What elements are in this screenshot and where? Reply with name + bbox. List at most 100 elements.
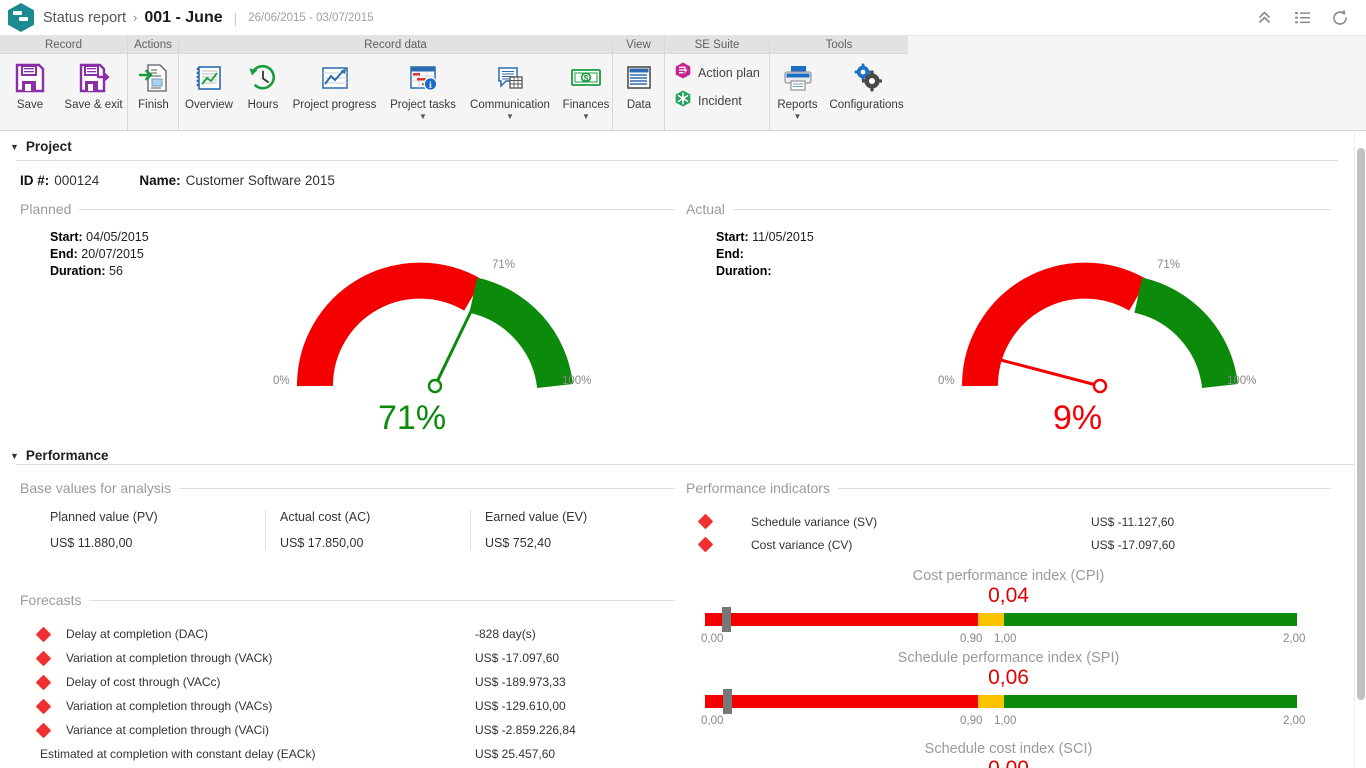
ribbon-group-actions: Actions Finish [128,36,179,131]
speech-bubble-icon [495,60,525,96]
status-marker-cell [686,539,751,550]
spi-bullet: Schedule performance index (SPI) 0,06 0,… [686,650,1331,729]
save-button[interactable]: Save [0,60,60,130]
actual-start-label: Start: [716,230,749,244]
incident-label: Incident [698,94,742,108]
breadcrumb-root[interactable]: Status report [43,10,126,26]
spi-tick-label: 2,00 [1283,715,1305,727]
svg-text:i: i [429,81,432,91]
overview-button[interactable]: Overview [179,60,239,130]
cpi-bar [686,613,1331,626]
breadcrumb-pipe: | [234,10,238,26]
reports-button[interactable]: Reports ▼ [770,60,825,130]
hexagon-logo-icon [8,3,34,32]
forecast-row: Variance at completion through (VACi) US… [20,718,675,742]
red-diamond-icon [35,650,51,666]
ribbon-group-se-suite: SE Suite Action plan Incident [665,36,770,131]
project-id-label: ID #: [20,173,49,188]
scrollbar-thumb[interactable] [1357,148,1365,700]
chevron-down-icon[interactable]: ▼ [419,113,427,121]
incident-button[interactable]: Incident [675,90,769,112]
data-table-icon [624,60,654,96]
project-progress-button[interactable]: Project progress [287,60,382,130]
sci-title: Schedule cost index (SCI) [686,741,1331,757]
project-tasks-button[interactable]: i Project tasks ▼ [382,60,464,130]
cpi-ticks: 0,00 0,90 1,00 2,00 [686,632,1331,647]
legend-rule [179,488,675,489]
spi-band-green [1004,695,1297,708]
spi-band-yellow [978,695,1004,708]
save-button-label: Save [17,99,43,111]
list-icon[interactable] [1292,8,1312,28]
indicator-value: US$ -17.097,60 [1091,538,1175,552]
planned-duration-value: 56 [109,264,123,278]
section-divider [16,464,1354,465]
gauge-arc [285,251,585,401]
status-marker-cell [20,653,66,664]
ribbon-group-record: Record Save Save & exit [0,36,128,131]
ribbon-group-tools: Tools Reports ▼ Configurations [770,36,908,131]
ribbon-group-view: View Data [613,36,665,131]
project-name-label: Name: [139,173,180,188]
status-report-page: Status report › 001 - June | 26/06/2015 … [0,0,1366,768]
performance-section-header[interactable]: ▼ Performance [0,440,108,463]
gauge-min-label: 0% [938,375,955,387]
gauge-value-label: 9% [1053,399,1102,438]
base-value-name: Actual cost (AC) [280,510,456,524]
indicator-name: Schedule variance (SV) [751,515,1091,529]
planned-legend: Planned [20,201,71,217]
gauge-max-label: 100% [562,375,591,387]
action-plan-button[interactable]: Action plan [675,62,769,84]
ribbon-group-title: View [613,36,664,54]
project-identity-row: ID #: 000124 Name: Customer Software 201… [0,161,1354,188]
chevron-down-icon[interactable]: ▼ [794,113,802,121]
red-diamond-icon [35,626,51,642]
indicator-value: US$ -11.127,60 [1091,515,1174,529]
svg-text:$: $ [584,73,589,83]
floppy-disk-exit-icon [78,60,110,96]
finish-button[interactable]: Finish [128,60,179,130]
forecasts-list: Delay at completion (DAC) -828 day(s) Va… [20,608,675,766]
project-id-value: 000124 [54,173,99,188]
planned-start-value: 04/05/2015 [86,230,149,244]
finish-button-label: Finish [138,99,169,111]
spi-value-marker [723,689,732,714]
gears-icon [851,60,883,96]
spi-bar [686,695,1331,708]
vertical-scrollbar[interactable] [1354,131,1366,768]
forecasts-legend-row: Forecasts [20,592,675,608]
communication-button[interactable]: Communication ▼ [464,60,556,130]
breadcrumb-current: 001 - June [144,9,222,27]
configurations-button[interactable]: Configurations [825,60,908,130]
ribbon-group-title: SE Suite [665,36,769,54]
status-marker-cell [20,725,66,736]
incident-icon [675,90,691,112]
refresh-icon[interactable] [1330,8,1350,28]
red-diamond-icon [698,537,714,553]
collapse-all-icon[interactable] [1254,8,1274,28]
forecast-value: US$ -17.097,60 [475,651,675,665]
chevron-down-icon[interactable]: ▼ [582,113,590,121]
planned-legend-row: Planned [20,201,675,217]
forecast-name: Variance at completion through (VACi) [66,723,475,737]
banknote-icon: $ [570,60,602,96]
chevron-down-icon[interactable]: ▼ [506,113,514,121]
forecast-value: US$ -189.973,33 [475,675,675,689]
hours-button[interactable]: Hours [239,60,287,130]
indicator-row: Cost variance (CV) US$ -17.097,60 [686,533,1331,556]
data-button[interactable]: Data [613,60,665,130]
save-and-exit-button[interactable]: Save & exit [60,60,127,130]
project-section-header[interactable]: ▼ Project [0,131,1354,154]
spi-ticks: 0,00 0,90 1,00 2,00 [686,714,1331,729]
forecast-name: Estimated at completion with constant de… [40,747,475,761]
save-and-exit-button-label: Save & exit [64,99,122,111]
indicator-row: Schedule variance (SV) US$ -11.127,60 [686,510,1331,533]
performance-section-title: Performance [26,448,109,463]
status-marker-cell [20,629,66,640]
gauge-threshold-label: 71% [492,259,515,271]
ribbon-group-title: Record data [179,36,612,54]
project-progress-button-label: Project progress [293,99,377,111]
sci-value: 0,00 [686,757,1331,768]
finances-button[interactable]: $ Finances ▼ [556,60,616,130]
forecasts-fieldset: Forecasts Delay at completion (DAC) -828… [20,592,675,766]
